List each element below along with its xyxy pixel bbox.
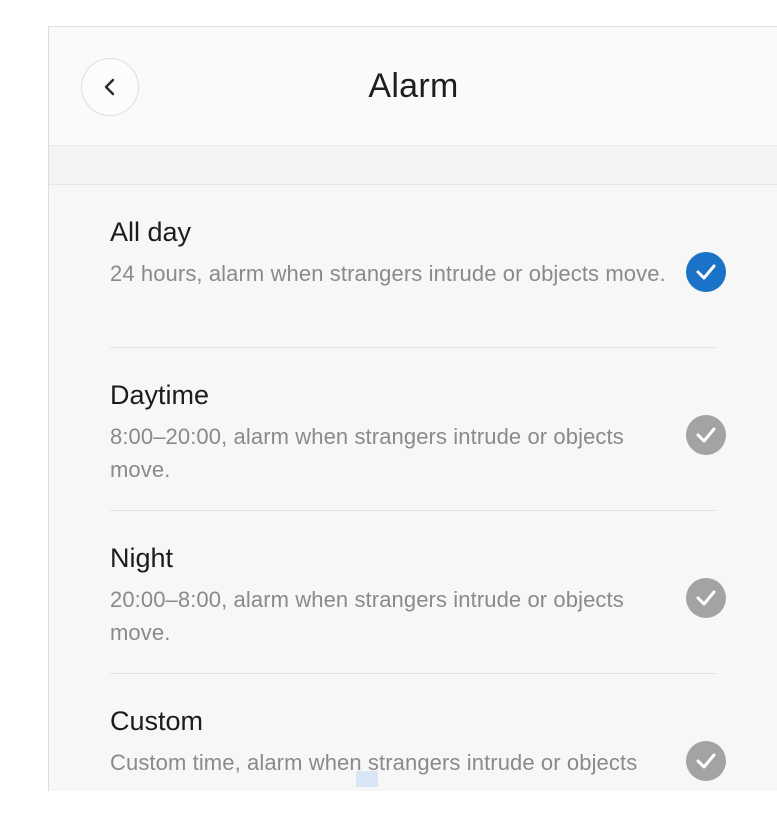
option-title: Daytime <box>110 380 210 410</box>
header-bar: Alarm <box>49 27 777 145</box>
check-circle-icon[interactable] <box>686 415 726 455</box>
option-custom[interactable]: Custom Custom time, alarm when strangers… <box>49 674 777 791</box>
option-description: 24 hours, alarm when strangers intrude o… <box>110 261 666 286</box>
option-description: 8:00–20:00, alarm when strangers intrude… <box>110 424 624 482</box>
page-title: Alarm <box>368 67 459 105</box>
option-description: 20:00–8:00, alarm when strangers intrude… <box>110 587 624 645</box>
scroll-indicator <box>356 771 378 787</box>
check-circle-icon[interactable] <box>686 741 726 781</box>
option-night[interactable]: Night 20:00–8:00, alarm when strangers i… <box>49 511 777 674</box>
check-circle-icon[interactable] <box>686 252 726 292</box>
check-circle-icon[interactable] <box>686 578 726 618</box>
option-title: Night <box>110 543 174 573</box>
option-title: Custom <box>110 706 204 736</box>
option-description: Custom time, alarm when strangers intrud… <box>110 750 638 791</box>
option-all-day[interactable]: All day 24 hours, alarm when strangers i… <box>49 185 777 348</box>
alarm-options-list: All day 24 hours, alarm when strangers i… <box>49 185 777 791</box>
section-separator <box>49 145 777 185</box>
option-daytime[interactable]: Daytime 8:00–20:00, alarm when strangers… <box>49 348 777 511</box>
option-title: All day <box>110 217 192 247</box>
alarm-screen: Alarm All day 24 hours, alarm when stran… <box>48 26 777 791</box>
